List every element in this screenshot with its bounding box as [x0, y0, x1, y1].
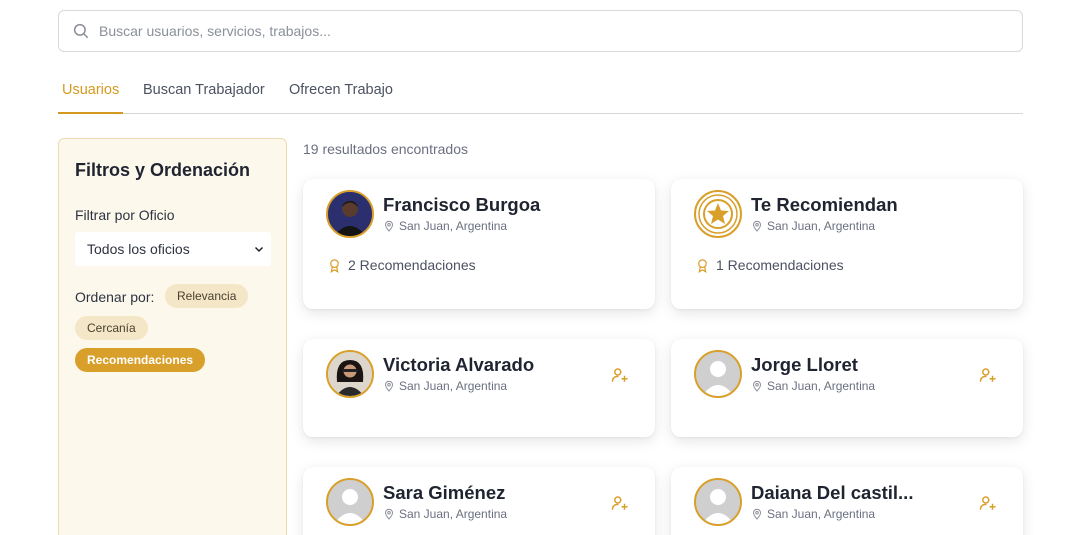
user-location-text: San Juan, Argentina [399, 219, 508, 233]
user-card[interactable]: Francisco Burgoa San Juan, Argentina 2 R… [303, 179, 655, 309]
user-card[interactable]: Daiana Del castil... San Juan, Argentina [671, 467, 1023, 535]
recommendations-count: 2 Recomendaciones [327, 257, 476, 273]
tab-buscan-trabajador[interactable]: Buscan Trabajador [143, 82, 265, 114]
add-user-icon[interactable] [979, 366, 997, 384]
avatar [326, 190, 374, 238]
chevron-down-icon [254, 246, 264, 253]
location-pin-icon [752, 380, 762, 392]
user-photo-icon [328, 192, 372, 236]
tab-usuarios[interactable]: Usuarios [58, 82, 124, 114]
award-icon [330, 258, 339, 273]
results-count: 19 resultados encontrados [303, 141, 468, 157]
user-location: San Juan, Argentina [751, 507, 875, 521]
default-user-icon [328, 480, 372, 524]
avatar [326, 478, 374, 526]
add-user-icon[interactable] [979, 494, 997, 512]
user-name[interactable]: Francisco Burgoa [383, 194, 540, 216]
location-pin-icon [752, 508, 762, 520]
order-relevancia-pill[interactable]: Relevancia [165, 284, 249, 308]
tab-bar: Usuarios Buscan Trabajador Ofrecen Traba… [58, 78, 1023, 114]
user-location-text: San Juan, Argentina [767, 379, 876, 393]
user-card[interactable]: Victoria Alvarado San Juan, Argentina [303, 339, 655, 437]
default-user-icon [696, 352, 740, 396]
user-location-text: San Juan, Argentina [399, 379, 508, 393]
star-badge-icon [698, 194, 738, 234]
user-name[interactable]: Sara Giménez [383, 482, 505, 504]
user-location-text: San Juan, Argentina [767, 507, 876, 521]
trade-filter-label: Filtrar por Oficio [75, 207, 175, 223]
recommendations-text: 1 Recomendaciones [716, 257, 844, 273]
avatar [326, 350, 374, 398]
tab-ofrecen-trabajo[interactable]: Ofrecen Trabajo [289, 82, 393, 114]
user-name[interactable]: Victoria Alvarado [383, 354, 534, 376]
avatar [694, 350, 742, 398]
location-pin-icon [384, 220, 394, 232]
user-location-text: San Juan, Argentina [399, 507, 508, 521]
recommendations-text: 2 Recomendaciones [348, 257, 476, 273]
user-photo-icon [328, 352, 372, 396]
location-pin-icon [384, 380, 394, 392]
order-label: Ordenar por: [75, 289, 155, 305]
filters-title: Filtros y Ordenación [75, 160, 251, 180]
search-icon [73, 23, 89, 39]
user-name[interactable]: Daiana Del castil... [751, 482, 913, 504]
user-location-text: San Juan, Argentina [767, 219, 876, 233]
user-name[interactable]: Te Recomiendan [751, 194, 898, 216]
search-input[interactable] [99, 23, 999, 39]
order-recomendaciones-pill[interactable]: Recomendaciones [75, 348, 206, 372]
user-location: San Juan, Argentina [751, 219, 875, 233]
user-location: San Juan, Argentina [383, 219, 507, 233]
recommendations-count: 1 Recomendaciones [695, 257, 844, 273]
default-user-icon [696, 480, 740, 524]
location-pin-icon [752, 220, 762, 232]
order-cercania-pill[interactable]: Cercanía [75, 316, 148, 340]
user-card[interactable]: Jorge Lloret San Juan, Argentina [671, 339, 1023, 437]
avatar [694, 190, 742, 238]
location-pin-icon [384, 508, 394, 520]
search-bar[interactable] [58, 10, 1023, 52]
avatar [694, 478, 742, 526]
award-icon [698, 258, 707, 273]
user-location: San Juan, Argentina [383, 379, 507, 393]
trade-select-value: Todos los oficios [87, 241, 190, 257]
filters-panel: Filtros y Ordenación Filtrar por Oficio … [58, 138, 287, 535]
add-user-icon[interactable] [611, 366, 629, 384]
user-card[interactable]: Sara Giménez San Juan, Argentina [303, 467, 655, 535]
trade-select[interactable]: Todos los oficios [75, 232, 271, 266]
add-user-icon[interactable] [611, 494, 629, 512]
user-name[interactable]: Jorge Lloret [751, 354, 858, 376]
user-card[interactable]: Te Recomiendan San Juan, Argentina 1 Rec… [671, 179, 1023, 309]
user-location: San Juan, Argentina [383, 507, 507, 521]
user-location: San Juan, Argentina [751, 379, 875, 393]
